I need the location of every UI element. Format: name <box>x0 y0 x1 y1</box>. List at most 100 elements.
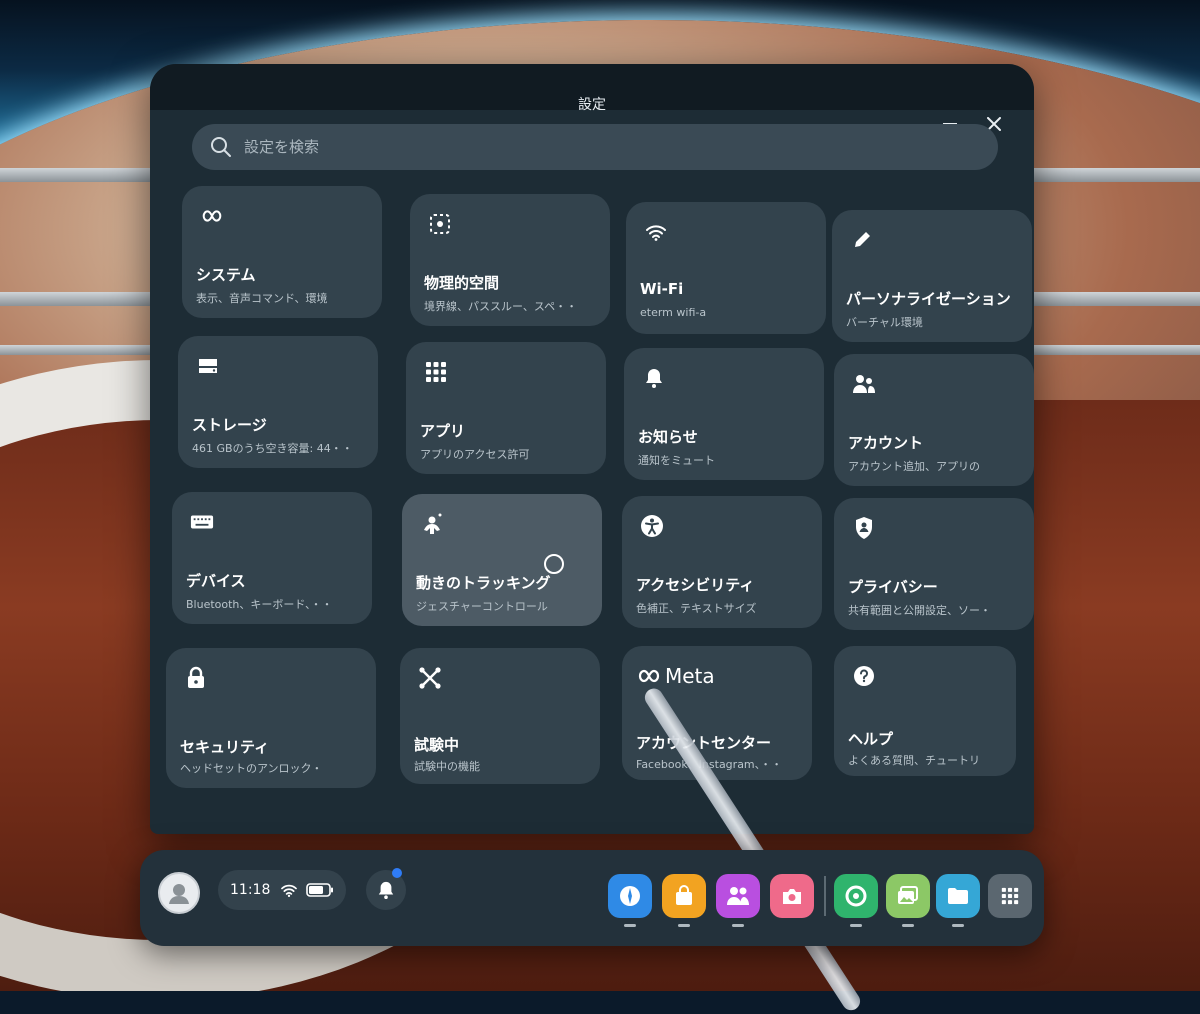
taskbar-divider <box>824 876 826 916</box>
hand-tracking-icon <box>420 512 444 536</box>
tile-subtitle: 試験中の機能 <box>414 760 480 773</box>
tile-label: ヘルプ <box>848 730 894 748</box>
quest-app[interactable] <box>834 874 878 927</box>
app-indicator <box>678 924 690 927</box>
tile-label: Wi-Fi <box>640 280 684 298</box>
pencil-icon <box>850 228 874 252</box>
quest-icon <box>845 885 867 907</box>
tile-label: アカウント <box>848 434 924 452</box>
tile-devices[interactable]: デバイス Bluetooth、キーボード、・・ <box>172 492 372 624</box>
meta-infinity-icon <box>200 204 224 228</box>
tile-help[interactable]: ヘルプ よくある質問、チュートリ <box>834 646 1016 776</box>
tile-subtitle: Facebook、Instagram、・・ <box>636 758 783 771</box>
battery-icon <box>306 883 334 897</box>
tile-label: アクセシビリティ <box>636 576 755 594</box>
tile-accounts-center[interactable]: Meta アカウントセンター Facebook、Instagram、・・ <box>622 646 812 780</box>
tile-label: アプリ <box>420 422 466 440</box>
tile-label: アカウントセンター <box>636 734 772 752</box>
boundary-icon <box>428 212 452 236</box>
tile-label: セキュリティ <box>180 738 270 756</box>
tile-subtitle: アプリのアクセス許可 <box>420 448 530 461</box>
avatar[interactable] <box>158 872 200 914</box>
wifi-icon <box>644 220 668 244</box>
shopping-bag-icon <box>676 885 692 905</box>
tile-system[interactable]: システム 表示、音声コマンド、環境 <box>182 186 382 318</box>
shield-icon <box>852 516 876 540</box>
tile-subtitle: 色補正、テキストサイズ <box>636 602 757 615</box>
avatar-icon <box>169 884 189 904</box>
app-indicator <box>624 924 636 927</box>
tile-accessibility[interactable]: アクセシビリティ 色補正、テキストサイズ <box>622 496 822 628</box>
app-indicator <box>902 924 914 927</box>
tile-subtitle: 通知をミュート <box>638 454 715 467</box>
tile-physical-space[interactable]: 物理的空間 境界線、パススルー、スペ・・ <box>410 194 610 326</box>
tile-label: 試験中 <box>414 736 460 754</box>
tile-apps[interactable]: アプリ アプリのアクセス許可 <box>406 342 606 474</box>
tile-label: 動きのトラッキング <box>416 574 551 592</box>
storage-icon <box>196 354 220 378</box>
gallery-icon <box>898 886 918 904</box>
search-bar[interactable] <box>192 124 998 170</box>
tile-subtitle: 共有範囲と公開設定、ソー・ <box>848 604 991 617</box>
notification-badge <box>392 868 402 878</box>
grid-icon <box>1001 887 1019 905</box>
accessibility-icon <box>640 514 664 538</box>
experiment-icon <box>418 666 442 690</box>
tile-security[interactable]: セキュリティ ヘッドセットのアンロック・ <box>166 648 376 788</box>
tile-subtitle: バーチャル環境 <box>846 316 923 329</box>
wifi-icon <box>281 884 298 897</box>
app-indicator <box>732 924 744 927</box>
tile-subtitle: よくある質問、チュートリ <box>848 754 980 767</box>
help-icon <box>852 664 876 688</box>
tile-subtitle: アカウント追加、アプリの <box>848 460 980 473</box>
tile-subtitle: Bluetooth、キーボード、・・ <box>186 598 333 611</box>
tile-label: プライバシー <box>848 578 938 596</box>
tile-experimental[interactable]: 試験中 試験中の機能 <box>400 648 600 784</box>
keyboard-icon <box>190 510 214 534</box>
app-indicator <box>850 924 862 927</box>
status-pill[interactable]: 11:18 <box>218 870 346 910</box>
tile-personalization[interactable]: パーソナライゼーション バーチャル環境 <box>832 210 1032 342</box>
people-icon <box>727 887 749 905</box>
tile-subtitle: 境界線、パススルー、スペ・・ <box>424 300 578 313</box>
taskbar: 11:18 <box>140 850 1044 946</box>
tile-subtitle: ジェスチャーコントロール <box>416 600 548 613</box>
meta-logo-icon: Meta <box>636 664 736 688</box>
tile-subtitle: ヘッドセットのアンロック・ <box>180 762 323 775</box>
tile-subtitle: 表示、音声コマンド、環境 <box>196 292 328 305</box>
tile-subtitle: eterm wifi-a <box>640 306 707 319</box>
gallery-app[interactable] <box>886 874 930 927</box>
meta-logo-text: Meta <box>665 664 715 688</box>
camera-app[interactable] <box>770 874 814 918</box>
files-app[interactable] <box>936 874 980 927</box>
people-icon <box>852 372 876 396</box>
library-app[interactable] <box>988 874 1032 918</box>
tile-label: ストレージ <box>192 416 267 434</box>
bell-icon <box>642 366 666 390</box>
tile-label: お知らせ <box>638 428 698 446</box>
lock-icon <box>184 666 208 690</box>
people-app[interactable] <box>716 874 760 927</box>
tile-account[interactable]: アカウント アカウント追加、アプリの <box>834 354 1034 486</box>
gaze-cursor <box>544 554 564 574</box>
tile-label: パーソナライゼーション <box>846 290 1011 308</box>
tile-movement-tracking[interactable]: 動きのトラッキング ジェスチャーコントロール <box>402 494 602 626</box>
settings-window: 設定 システム 表示、音声コマンド、環境 物理的空間 境界線、パススルー、スペ・… <box>150 64 1034 834</box>
tile-privacy[interactable]: プライバシー 共有範囲と公開設定、ソー・ <box>834 498 1034 630</box>
tile-storage[interactable]: ストレージ 461 GBのうち空き容量: 44・・ <box>178 336 378 468</box>
app-indicator <box>952 924 964 927</box>
tile-notifications[interactable]: お知らせ 通知をミュート <box>624 348 824 480</box>
tile-label: 物理的空間 <box>424 274 500 292</box>
tile-label: デバイス <box>186 572 246 590</box>
clock: 11:18 <box>230 882 271 898</box>
search-icon <box>211 137 231 157</box>
search-input[interactable] <box>242 137 946 157</box>
compass-icon <box>620 886 640 906</box>
explore-app[interactable] <box>608 874 652 927</box>
camera-icon <box>783 889 801 904</box>
grid-icon <box>424 360 448 384</box>
tile-label: システム <box>196 266 256 284</box>
tile-wifi[interactable]: Wi-Fi eterm wifi-a <box>626 202 826 334</box>
window-title: 設定 <box>578 97 606 113</box>
store-app[interactable] <box>662 874 706 927</box>
